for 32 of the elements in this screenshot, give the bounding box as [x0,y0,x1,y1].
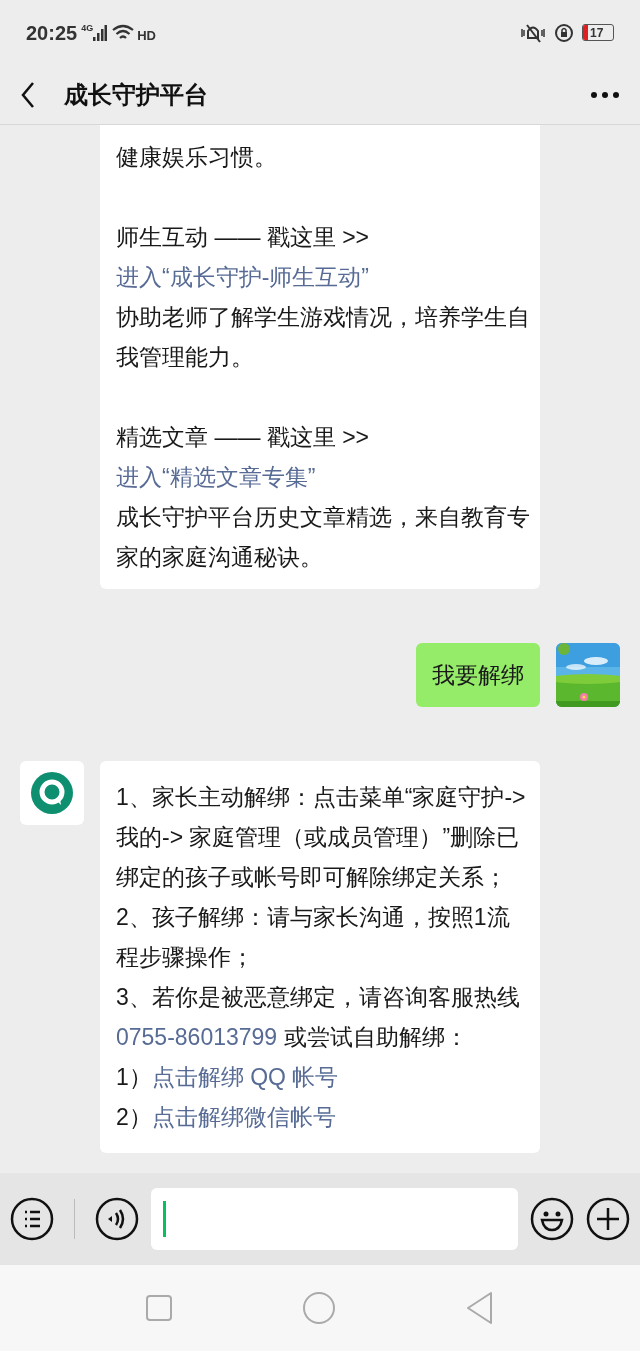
plus-icon[interactable] [586,1197,630,1241]
hd-label: HD [137,26,156,45]
message-text: 协助老师了解学生游戏情况，培养学生自我管理能力。 [116,303,531,372]
message-text: 1、家长主动解绑：点击菜单“家庭守护-> 我的-> 家庭管理（或成员管理）”删除已绑定的孩子或帐号即可解除绑定关系； [116,783,527,892]
battery-indicator: 17 [582,24,614,41]
message-input[interactable] [151,1188,518,1250]
message-text: 健康娱乐习惯。 [116,143,278,172]
link[interactable]: 0755-86013799 [116,1024,278,1050]
message-text: 成长守护平台历史文章精选，来自教育专家的家庭沟通秘诀。 [116,503,531,572]
network-label: 4G [81,22,94,35]
link[interactable]: 进入“成长守护-师生互动” [116,264,369,290]
link[interactable]: 进入“精选文章专集” [116,464,316,490]
more-icon[interactable] [590,90,620,99]
link[interactable]: 点击解绑微信帐号 [151,1104,336,1130]
emoji-icon[interactable] [530,1197,574,1241]
message-text: 我要解绑 [432,661,524,690]
voice-icon[interactable] [95,1197,139,1241]
link[interactable]: 点击解绑 QQ 帐号 [151,1064,339,1090]
message-text: 3、若你是被恶意绑定，请咨询客服热线 0755-86013799 或尝试自助解绑： [116,983,521,1052]
message-text: 精选文章 —— 戳这里 >> 进入“精选文章专集” [116,423,371,492]
speech-bubble-icon [30,771,74,815]
message-text: 2）点击解绑微信帐号 [116,1103,337,1132]
message-text: 2、孩子解绑：请与家长沟通，按照1流程步骤操作； [116,903,511,972]
bot-avatar[interactable] [20,761,84,825]
back-icon[interactable] [20,80,36,109]
menu-icon[interactable] [10,1197,54,1241]
status-time: 20:25 [26,20,78,46]
message-text: 1）点击解绑 QQ 帐号 [116,1063,340,1092]
signal-icon [93,24,108,41]
message-text: 师生互动 —— 戳这里 >> 进入“成长守护-师生互动” [116,223,371,292]
chat-title: 成长守护平台 [64,79,208,110]
rotation-lock-icon [554,22,574,43]
